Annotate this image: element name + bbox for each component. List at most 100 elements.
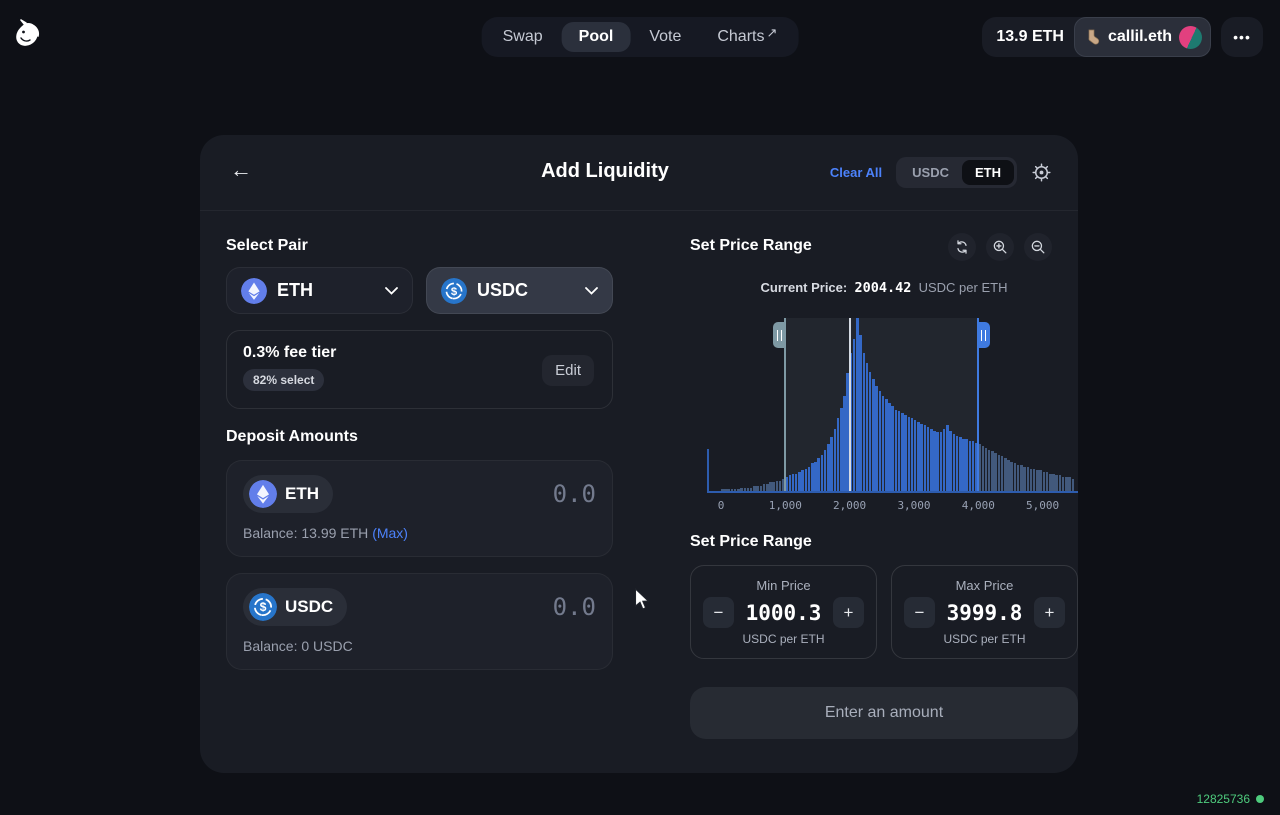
liquidity-bar <box>930 429 933 491</box>
deposit-token-usdc[interactable]: $ USDC <box>243 588 347 626</box>
liquidity-bar <box>731 489 734 491</box>
more-menu-button[interactable]: ••• <box>1221 17 1263 57</box>
liquidity-bar <box>1001 456 1004 491</box>
eth-token-icon <box>241 278 267 304</box>
liquidity-bar <box>991 451 994 491</box>
account-name: callil.eth <box>1108 28 1172 46</box>
liquidity-bar <box>744 488 747 492</box>
liquidity-bar <box>772 482 775 491</box>
liquidity-bar <box>840 408 843 491</box>
liquidity-bar <box>795 474 798 491</box>
liquidity-chart[interactable]: 01,0002,0003,0004,0005,000 <box>690 315 1078 515</box>
liquidity-bar <box>747 488 750 492</box>
liquidity-bar <box>959 437 962 491</box>
liquidity-bar <box>817 458 820 491</box>
current-price-value: 2004.42 <box>854 280 911 296</box>
liquidity-bar <box>1004 458 1007 491</box>
usdc-amount-input[interactable]: 0.0 <box>553 593 596 621</box>
max-price-increment-button[interactable]: + <box>1034 597 1065 628</box>
uniswap-logo-icon[interactable] <box>8 16 46 54</box>
enter-amount-button[interactable]: Enter an amount <box>690 687 1078 739</box>
token-select-eth[interactable]: ETH <box>226 267 413 314</box>
liquidity-bar <box>866 363 869 491</box>
liquidity-bar <box>753 486 756 491</box>
liquidity-bar <box>856 318 859 491</box>
liquidity-bar <box>801 470 804 491</box>
liquidity-bar <box>837 418 840 491</box>
wallet-pill[interactable]: 13.9 ETH callil.eth <box>982 17 1211 57</box>
liquidity-bar <box>1052 474 1055 491</box>
fee-tier-box: 0.3% fee tier 82% select Edit <box>226 330 613 409</box>
liquidity-bar <box>1072 479 1075 491</box>
settings-gear-icon[interactable] <box>1031 162 1052 183</box>
max-button[interactable]: (Max) <box>372 525 408 541</box>
liquidity-bar <box>763 484 766 491</box>
svg-text:$: $ <box>260 600 267 614</box>
liquidity-bar <box>875 386 878 492</box>
block-status-dot <box>1256 795 1264 803</box>
liquidity-bar <box>869 372 872 491</box>
nav-pool[interactable]: Pool <box>562 22 631 52</box>
nav-charts[interactable]: Charts↗ <box>700 22 794 52</box>
liquidity-bar <box>769 482 772 491</box>
eth-amount-input[interactable]: 0.0 <box>553 480 596 508</box>
sock-emoji-icon <box>1085 29 1101 45</box>
liquidity-bar <box>885 399 888 491</box>
zoom-out-icon[interactable] <box>1024 233 1052 261</box>
liquidity-bar <box>1033 469 1036 492</box>
liquidity-bar <box>969 441 972 491</box>
liquidity-bar <box>766 484 769 491</box>
deposit-token-eth[interactable]: ETH <box>243 475 333 513</box>
liquidity-bar <box>965 439 968 491</box>
main-nav: Swap Pool Vote Charts↗ <box>482 17 799 57</box>
token-symbol: USDC <box>285 597 333 617</box>
liquidity-bar <box>1055 475 1058 491</box>
x-axis-ticks: 01,0002,0003,0004,0005,000 <box>721 499 1078 515</box>
liquidity-bar <box>908 417 911 491</box>
liquidity-bar <box>982 446 985 491</box>
toggle-usdc[interactable]: USDC <box>899 160 962 185</box>
liquidity-bar <box>988 450 991 492</box>
liquidity-bar <box>891 406 894 491</box>
max-price-input[interactable]: 3999.8 <box>947 601 1023 625</box>
nav-vote[interactable]: Vote <box>632 22 698 52</box>
liquidity-bar <box>853 339 856 491</box>
back-arrow-icon[interactable]: ← <box>230 157 252 183</box>
deposit-row-eth: ETH 0.0 Balance: 13.99 ETH (Max) <box>226 460 613 557</box>
liquidity-bar <box>1014 463 1017 491</box>
token-select-usdc[interactable]: $ USDC <box>426 267 613 314</box>
toggle-eth[interactable]: ETH <box>962 160 1014 185</box>
liquidity-bar <box>724 489 727 491</box>
max-range-handle[interactable] <box>977 322 990 348</box>
edit-fee-button[interactable]: Edit <box>542 355 594 386</box>
deposit-row-usdc: $ USDC 0.0 Balance: 0 USDC <box>226 573 613 670</box>
max-price-unit: USDC per ETH <box>943 632 1025 646</box>
min-price-decrement-button[interactable]: − <box>703 597 734 628</box>
min-range-handle[interactable] <box>773 322 786 348</box>
liquidity-bar <box>830 437 833 491</box>
account-button[interactable]: callil.eth <box>1074 17 1211 57</box>
block-number[interactable]: 12825736 <box>1197 792 1264 806</box>
max-price-decrement-button[interactable]: − <box>904 597 935 628</box>
liquidity-bar <box>727 489 730 491</box>
svg-text:$: $ <box>451 285 458 297</box>
x-axis-tick-label: 4,000 <box>962 499 995 512</box>
x-axis-tick-label: 1,000 <box>769 499 802 512</box>
min-price-input[interactable]: 1000.3 <box>746 601 822 625</box>
liquidity-bar <box>972 441 975 491</box>
zoom-in-icon[interactable] <box>986 233 1014 261</box>
liquidity-bar <box>924 425 927 491</box>
liquidity-bar <box>792 474 795 491</box>
liquidity-bar <box>1020 465 1023 491</box>
nav-swap[interactable]: Swap <box>486 22 560 52</box>
min-price-increment-button[interactable]: + <box>833 597 864 628</box>
liquidity-bar <box>1039 470 1042 491</box>
clear-all-button[interactable]: Clear All <box>830 165 882 180</box>
refresh-range-icon[interactable] <box>948 233 976 261</box>
card-header: ← Add Liquidity Clear All USDC ETH <box>200 135 1078 211</box>
liquidity-bar <box>824 450 827 492</box>
add-liquidity-card: ← Add Liquidity Clear All USDC ETH Selec… <box>200 135 1078 773</box>
liquidity-chart-plot[interactable] <box>721 318 1078 491</box>
liquidity-bar <box>904 415 907 491</box>
avatar <box>1179 26 1202 49</box>
